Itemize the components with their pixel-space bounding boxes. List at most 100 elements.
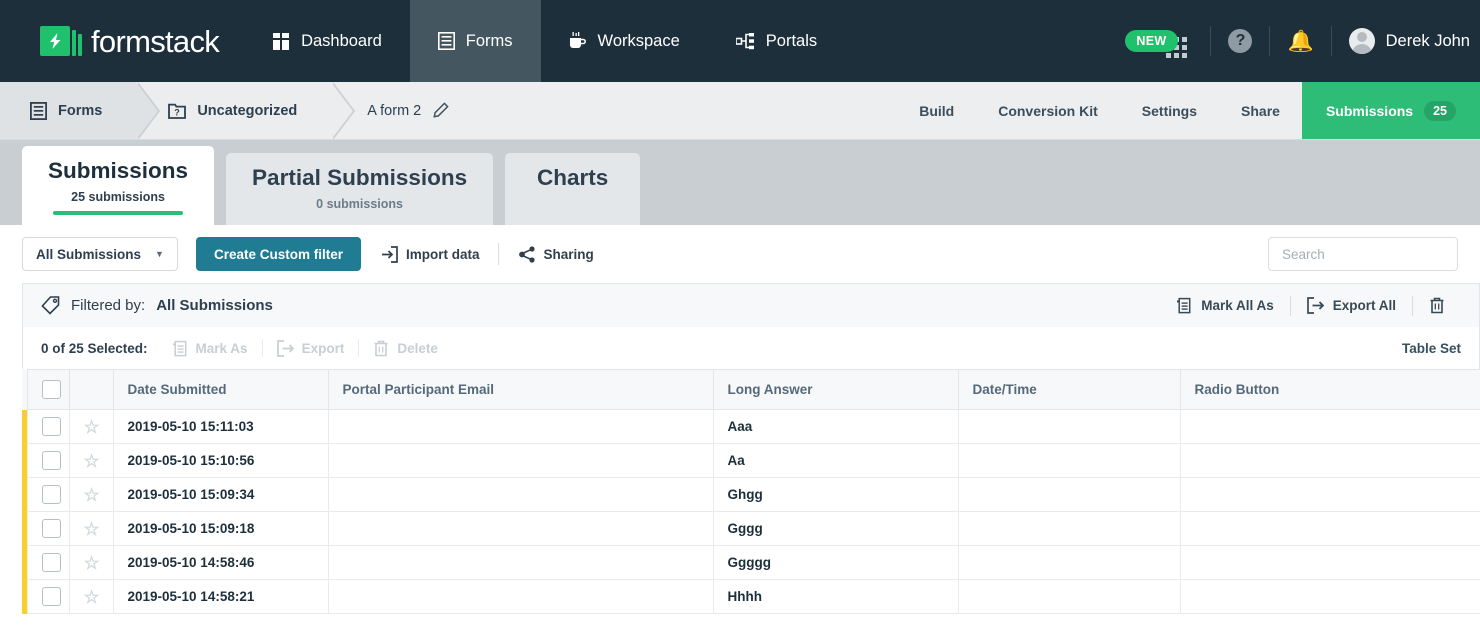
forms-icon bbox=[30, 101, 47, 120]
divider bbox=[1330, 26, 1332, 56]
star-icon[interactable]: ☆ bbox=[84, 587, 100, 607]
export-icon bbox=[1306, 297, 1324, 314]
nav-item-dashboard[interactable]: Dashboard bbox=[245, 0, 410, 82]
star-icon[interactable]: ☆ bbox=[84, 553, 100, 573]
nav-label-dashboard: Dashboard bbox=[301, 31, 382, 50]
row-select-cell bbox=[26, 545, 70, 580]
share-icon bbox=[518, 245, 536, 263]
filter-select-value: All Submissions bbox=[36, 246, 142, 262]
tab-submissions[interactable]: Submissions 25 submissions bbox=[22, 146, 215, 225]
apps-launcher[interactable]: NEW bbox=[1125, 25, 1193, 58]
table-row[interactable]: ☆ 2019-05-10 14:58:21 Hhhh bbox=[22, 579, 1480, 614]
export-all-button[interactable]: Export All bbox=[1291, 297, 1412, 314]
breadcrumb-item-uncategorized[interactable]: ? Uncategorized bbox=[136, 82, 356, 140]
form-tab-submissions[interactable]: Submissions 25 bbox=[1301, 82, 1480, 139]
row-checkbox[interactable] bbox=[41, 553, 61, 572]
breadcrumb-item-forms[interactable]: Forms bbox=[0, 82, 161, 140]
table-row[interactable]: ☆ 2019-05-10 15:11:03 Aaa bbox=[22, 409, 1480, 444]
delete-label: Delete bbox=[397, 340, 438, 356]
cell-date-time bbox=[957, 579, 1181, 614]
forms-icon bbox=[437, 32, 455, 50]
pencil-edit-icon[interactable] bbox=[432, 102, 449, 119]
star-icon[interactable]: ☆ bbox=[84, 519, 100, 539]
star-icon[interactable]: ☆ bbox=[84, 417, 100, 437]
notifications-bell-icon[interactable]: 🔔 bbox=[1287, 31, 1313, 52]
filtered-by-bar: Filtered by: All Submissions Mark All As bbox=[22, 283, 1480, 327]
row-checkbox[interactable] bbox=[41, 451, 61, 470]
sharing-label: Sharing bbox=[543, 246, 594, 262]
form-tab-settings[interactable]: Settings bbox=[1120, 82, 1219, 139]
row-star-cell: ☆ bbox=[68, 477, 114, 512]
row-checkbox[interactable] bbox=[41, 587, 61, 606]
column-header-radio-button[interactable]: Radio Button bbox=[1179, 369, 1480, 410]
avatar[interactable] bbox=[1348, 28, 1375, 54]
form-tab-build[interactable]: Build bbox=[897, 82, 976, 139]
cell-date-time bbox=[957, 545, 1181, 580]
cell-date-time bbox=[957, 477, 1181, 512]
table-row[interactable]: ☆ 2019-05-10 15:09:34 Ghgg bbox=[22, 477, 1480, 512]
select-all-header bbox=[26, 369, 70, 410]
form-tab-submissions-label: Submissions bbox=[1325, 102, 1414, 119]
submissions-count-badge: 25 bbox=[1424, 100, 1456, 121]
submissions-toolbar: All Submissions ▼ Create Custom filter I… bbox=[0, 225, 1480, 283]
mark-all-as-button[interactable]: Mark All As bbox=[1160, 297, 1290, 314]
table-row[interactable]: ☆ 2019-05-10 15:09:18 Gggg bbox=[22, 511, 1480, 546]
logo-bar-1 bbox=[72, 30, 76, 56]
export-icon bbox=[276, 339, 294, 357]
column-header-portal-participant-email[interactable]: Portal Participant Email bbox=[327, 369, 714, 410]
row-star-cell: ☆ bbox=[68, 443, 114, 478]
selection-action-bar: 0 of 25 Selected: Mark As Export Delete … bbox=[22, 327, 1480, 369]
column-header-long-answer[interactable]: Long Answer bbox=[712, 369, 959, 410]
nav-label-workspace: Workspace bbox=[597, 31, 680, 50]
tab-partial-submissions[interactable]: Partial Submissions 0 submissions bbox=[226, 153, 494, 225]
cell-portal-participant-email bbox=[327, 409, 714, 444]
filtered-by-value: All Submissions bbox=[156, 297, 273, 314]
form-tab-conversion-kit[interactable]: Conversion Kit bbox=[976, 82, 1120, 139]
filter-select[interactable]: All Submissions ▼ bbox=[22, 237, 178, 271]
cell-date-submitted: 2019-05-10 15:10:56 bbox=[112, 443, 329, 478]
import-data-button[interactable]: Import data bbox=[381, 245, 480, 263]
nav-item-workspace[interactable]: Workspace bbox=[541, 0, 708, 82]
breadcrumb-bar: Forms ? Uncategorized A form 2 Build Con… bbox=[0, 82, 1480, 140]
row-star-cell: ☆ bbox=[68, 545, 114, 580]
tab-charts-title: Charts bbox=[536, 165, 609, 190]
mark-as-button-disabled: Mark As bbox=[158, 340, 262, 357]
row-checkbox[interactable] bbox=[41, 417, 61, 436]
column-header-date-submitted[interactable]: Date Submitted bbox=[112, 369, 329, 410]
cell-portal-participant-email bbox=[327, 511, 714, 546]
cell-radio-button bbox=[1179, 477, 1480, 512]
star-icon[interactable]: ☆ bbox=[84, 451, 100, 471]
row-checkbox[interactable] bbox=[41, 519, 61, 538]
breadcrumb-label-form-name: A form 2 bbox=[367, 102, 422, 119]
column-header-date-time[interactable]: Date/Time bbox=[957, 369, 1181, 410]
table-settings-button[interactable]: Table Set bbox=[1402, 341, 1461, 356]
chevron-down-icon: ▼ bbox=[155, 249, 164, 259]
search-input[interactable] bbox=[1268, 237, 1458, 271]
delete-all-button[interactable] bbox=[1413, 297, 1461, 314]
row-checkbox[interactable] bbox=[41, 485, 61, 504]
row-select-cell bbox=[26, 443, 70, 478]
table-row[interactable]: ☆ 2019-05-10 14:58:46 Ggggg bbox=[22, 545, 1480, 580]
nav-item-forms[interactable]: Forms bbox=[409, 0, 541, 82]
star-header bbox=[68, 369, 114, 410]
sharing-button[interactable]: Sharing bbox=[518, 245, 594, 263]
formstack-logo-mark bbox=[40, 26, 82, 56]
star-icon[interactable]: ☆ bbox=[84, 485, 100, 505]
row-star-cell: ☆ bbox=[68, 579, 114, 614]
submissions-table: Date Submitted Portal Participant Email … bbox=[22, 369, 1480, 614]
import-data-label: Import data bbox=[405, 246, 480, 262]
formstack-logo[interactable]: formstack bbox=[0, 0, 245, 82]
cell-long-answer: Hhhh bbox=[712, 579, 959, 614]
table-row[interactable]: ☆ 2019-05-10 15:10:56 Aa bbox=[22, 443, 1480, 478]
form-tab-share[interactable]: Share bbox=[1219, 82, 1302, 139]
create-custom-filter-button[interactable]: Create Custom filter bbox=[195, 237, 361, 271]
mark-as-icon bbox=[172, 340, 188, 357]
tab-charts[interactable]: Charts bbox=[505, 153, 641, 225]
username-label[interactable]: Derek John bbox=[1386, 32, 1470, 51]
submissions-table-area: Filtered by: All Submissions Mark All As bbox=[0, 283, 1480, 614]
select-all-checkbox[interactable] bbox=[41, 380, 61, 399]
help-icon[interactable]: ? bbox=[1228, 29, 1253, 53]
trash-icon bbox=[1429, 297, 1445, 314]
nav-item-portals[interactable]: Portals bbox=[708, 0, 845, 82]
trash-icon bbox=[373, 340, 389, 357]
